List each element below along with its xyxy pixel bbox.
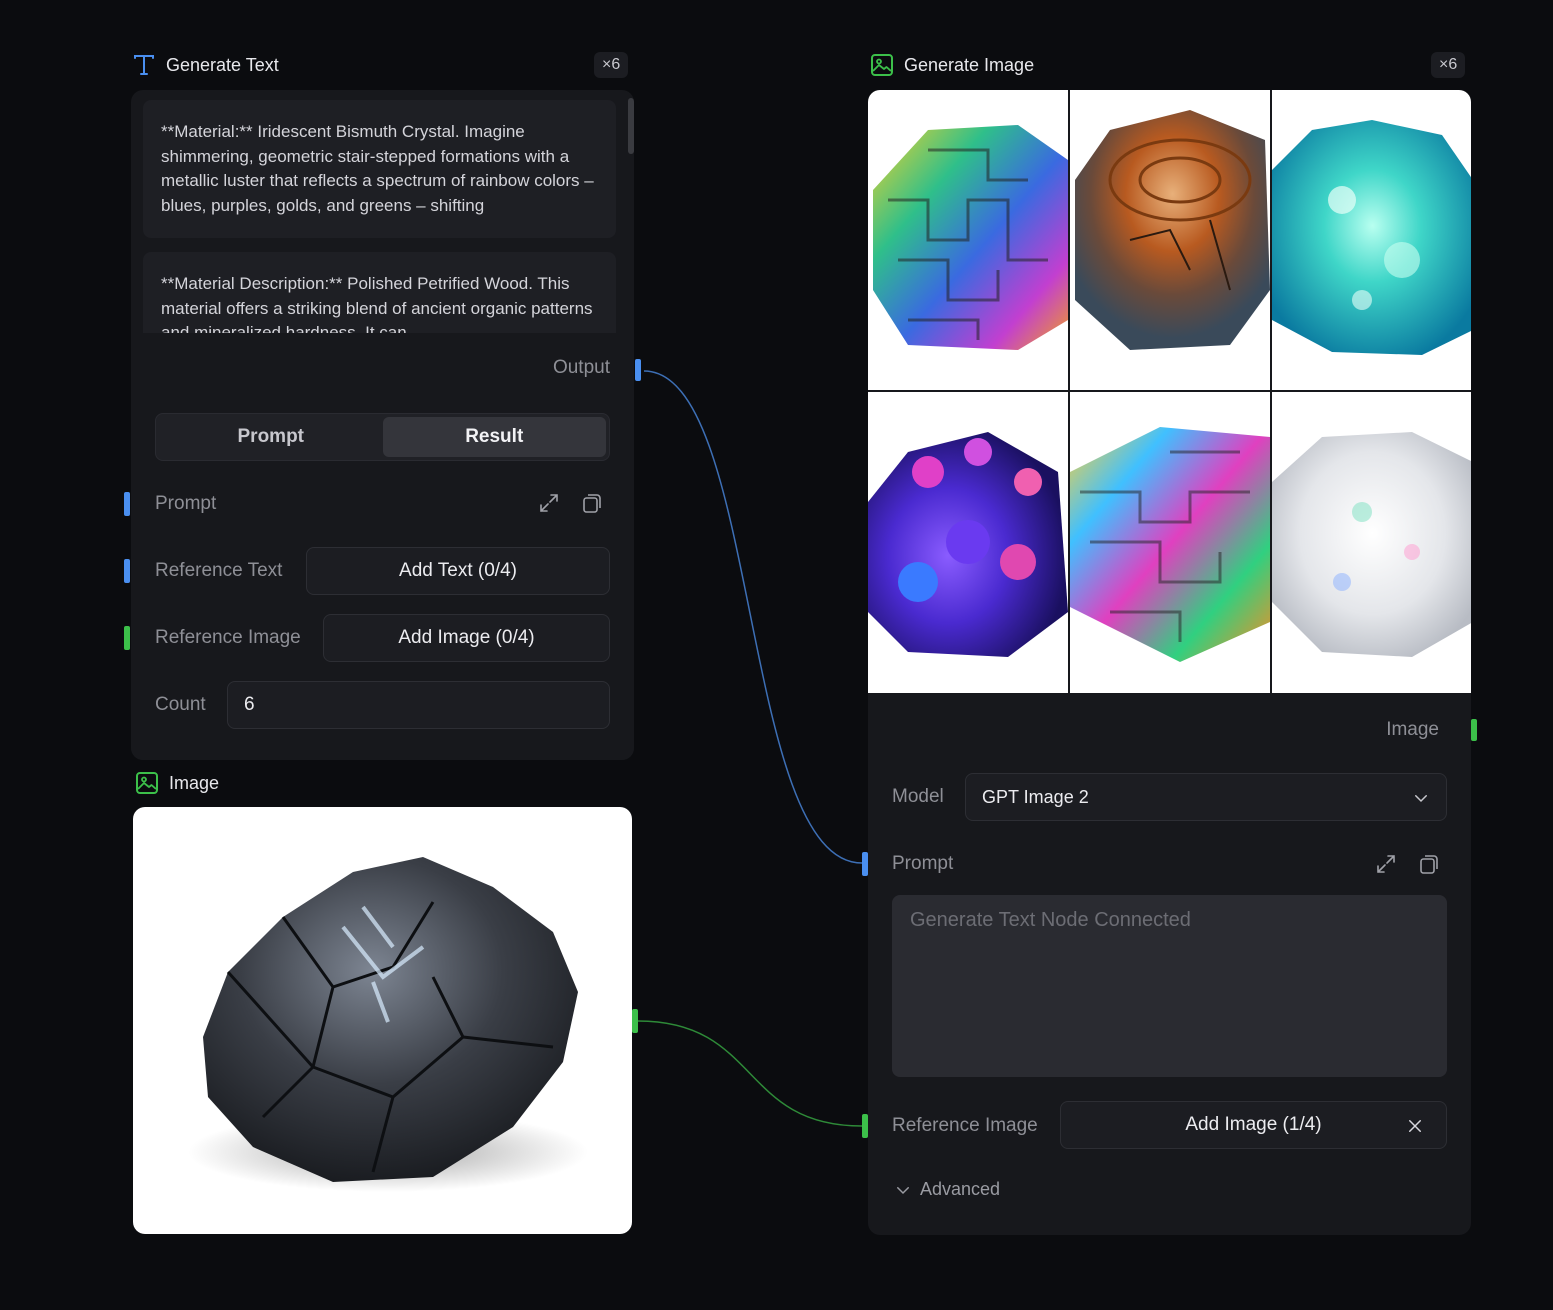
reference-image-label: Reference Image	[892, 1115, 1038, 1136]
reference-image-port[interactable]	[124, 626, 130, 650]
output-port[interactable]	[635, 359, 641, 381]
reference-text-label: Reference Text	[155, 560, 283, 581]
generated-image-grid	[868, 90, 1471, 693]
advanced-label: Advanced	[920, 1179, 1001, 1199]
prompt-result-toggle: Prompt Result	[155, 413, 610, 461]
model-value: GPT Image 2	[982, 786, 1089, 807]
model-select[interactable]: GPT Image 2	[965, 773, 1447, 821]
reference-image-label: Reference Image	[155, 627, 301, 648]
chevron-down-icon	[897, 1186, 909, 1194]
tab-prompt[interactable]: Prompt	[159, 417, 383, 457]
image-node-title: Image	[169, 772, 220, 793]
image-output-port[interactable]	[1471, 719, 1477, 741]
prompt-label: Prompt	[155, 493, 217, 514]
add-image-button[interactable]: Add Image (1/4)	[1060, 1101, 1447, 1149]
prompt-input-port[interactable]	[124, 492, 130, 516]
expand-icon[interactable]	[1374, 852, 1398, 876]
generated-image-opal[interactable]	[1272, 392, 1471, 693]
copy-icon[interactable]	[1417, 852, 1441, 876]
text-t-icon	[134, 55, 154, 75]
expand-icon[interactable]	[537, 491, 561, 515]
generate-text-title: Generate Text	[166, 54, 279, 75]
result-scrollbar[interactable]	[628, 98, 634, 154]
generate-image-header[interactable]: Generate Image	[870, 53, 1034, 77]
result-card[interactable]: **Material:** Iridescent Bismuth Crystal…	[143, 100, 616, 238]
add-text-button[interactable]: Add Text (0/4)	[306, 547, 610, 595]
generated-image-bismuth-block[interactable]	[1070, 392, 1270, 693]
result-list[interactable]: **Material:** Iridescent Bismuth Crystal…	[131, 90, 634, 333]
image-output-label: Image	[1386, 719, 1439, 740]
generate-text-header[interactable]: Generate Text	[132, 53, 279, 77]
generate-image-panel: Image Model GPT Image 2 Prompt Generate …	[868, 90, 1471, 1235]
reference-image-port[interactable]	[862, 1114, 868, 1138]
close-icon[interactable]	[1406, 1117, 1424, 1135]
advanced-toggle[interactable]: Advanced	[894, 1179, 1000, 1200]
count-label: Count	[155, 694, 206, 715]
image-output-port[interactable]	[632, 1009, 638, 1033]
tab-result[interactable]: Result	[382, 417, 606, 457]
prompt-label: Prompt	[892, 853, 954, 874]
add-image-button-label: Add Image (1/4)	[1185, 1114, 1322, 1135]
image-node-header[interactable]: Image	[135, 771, 219, 795]
generate-image-title: Generate Image	[904, 54, 1035, 75]
image-to-reference-wire	[637, 1020, 863, 1127]
generate-text-count-badge: ×6	[594, 52, 629, 78]
generate-text-controls: Output Prompt Result Prompt Reference Te…	[131, 333, 634, 760]
generated-image-aqua-crystal[interactable]	[1272, 90, 1471, 390]
dark-rock-image	[188, 857, 588, 1192]
source-image[interactable]	[133, 807, 632, 1234]
prompt-input-port[interactable]	[862, 852, 868, 876]
generated-image-bismuth-crystal[interactable]	[868, 90, 1068, 390]
count-input[interactable]: 6	[227, 681, 610, 729]
generate-text-panel: **Material:** Iridescent Bismuth Crystal…	[131, 90, 634, 760]
generate-image-count-badge: ×6	[1431, 52, 1466, 78]
model-label: Model	[892, 786, 944, 807]
image-icon	[871, 54, 893, 76]
generated-image-petrified-wood[interactable]	[1070, 90, 1270, 390]
prompt-textarea[interactable]: Generate Text Node Connected	[892, 895, 1447, 1077]
chevron-down-icon	[1415, 795, 1427, 803]
result-card[interactable]: **Material Description:** Polished Petri…	[143, 252, 616, 333]
generated-image-coral-geode[interactable]	[868, 392, 1068, 693]
add-image-button[interactable]: Add Image (0/4)	[323, 614, 610, 662]
reference-text-port[interactable]	[124, 559, 130, 583]
output-label: Output	[552, 357, 610, 378]
text-to-prompt-wire	[643, 370, 863, 864]
image-icon	[136, 772, 158, 794]
copy-icon[interactable]	[580, 491, 604, 515]
